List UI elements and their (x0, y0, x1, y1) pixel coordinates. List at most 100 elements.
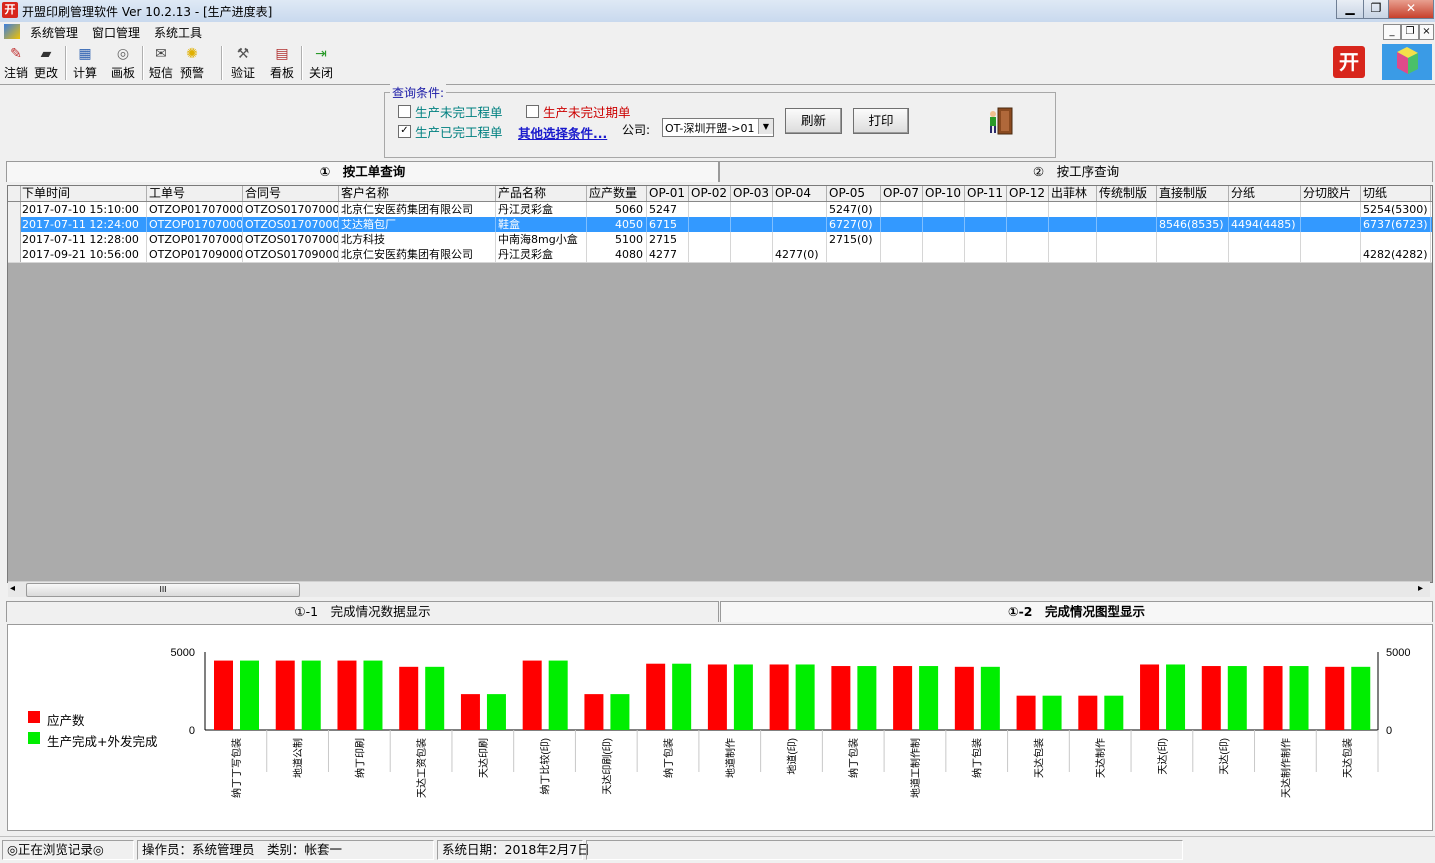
column-header[interactable]: 合同号 (243, 186, 339, 201)
table-cell[interactable] (881, 247, 923, 262)
finished-orders-checkbox[interactable]: ✓ (398, 125, 411, 138)
column-header[interactable]: 下单时间 (20, 186, 147, 201)
table-cell[interactable] (923, 232, 965, 247)
table-cell[interactable]: OTZOP017070002 (147, 217, 243, 232)
table-cell[interactable] (1301, 202, 1361, 217)
table-cell[interactable] (965, 217, 1007, 232)
table-cell[interactable] (689, 232, 731, 247)
table-cell[interactable]: 北方科技 (339, 232, 496, 247)
table-row[interactable]: 2017-07-11 12:24:00 OTZOP017070002 OTZOS01… (8, 217, 1432, 233)
board-button[interactable]: ▤ 看板 (266, 45, 298, 83)
table-cell[interactable] (1229, 232, 1301, 247)
table-cell[interactable] (731, 217, 773, 232)
table-cell[interactable]: 2017-07-11 12:28:00 (20, 232, 147, 247)
column-header[interactable]: OP-07 (881, 186, 923, 201)
column-header[interactable]: 出菲林 (1049, 186, 1097, 201)
table-cell[interactable] (1229, 247, 1301, 262)
mdi-child-icon[interactable] (4, 24, 20, 39)
table-cell[interactable]: OTZOP017070003 (147, 232, 243, 247)
table-cell[interactable] (689, 247, 731, 262)
table-cell[interactable] (1157, 247, 1229, 262)
table-cell[interactable] (1097, 217, 1157, 232)
table-cell[interactable]: 6727(0) (827, 217, 881, 232)
overdue-orders-checkbox[interactable] (526, 105, 539, 118)
refresh-button[interactable]: 刷新 (785, 108, 842, 134)
table-cell[interactable]: OTZOS017090001 (243, 247, 339, 262)
calculate-button[interactable]: ▦ 计算 (69, 45, 101, 83)
table-cell[interactable] (689, 217, 731, 232)
table-cell[interactable] (773, 202, 827, 217)
sms-button[interactable]: ✉ 短信 (145, 45, 177, 83)
table-cell[interactable]: 6715 (647, 217, 689, 232)
table-cell[interactable] (1229, 202, 1301, 217)
table-cell[interactable]: 2017-07-10 15:10:00 (20, 202, 147, 217)
table-cell[interactable]: 北京仁安医药集团有限公司 (339, 202, 496, 217)
menu-window[interactable]: 窗口管理 (92, 24, 140, 41)
table-cell[interactable] (731, 202, 773, 217)
table-cell[interactable]: 5254(5300) (1361, 202, 1431, 217)
restore-button[interactable]: ❐ (1363, 0, 1389, 19)
table-cell[interactable] (689, 202, 731, 217)
verify-button[interactable]: ⚒ 验证 (227, 45, 259, 83)
mdi-minimize-button[interactable]: _ (1383, 24, 1401, 40)
table-row[interactable]: 2017-07-11 12:28:00 OTZOP017070003 OTZOS01… (8, 232, 1432, 248)
table-cell[interactable]: OTZOP017090001 (147, 247, 243, 262)
column-header[interactable]: OP-03 (731, 186, 773, 201)
table-cell[interactable]: 2017-07-11 12:24:00 (20, 217, 147, 232)
table-cell[interactable] (1007, 247, 1049, 262)
table-cell[interactable]: 丹江灵彩盒 (496, 247, 587, 262)
table-cell[interactable] (1097, 202, 1157, 217)
column-header[interactable]: OP-02 (689, 186, 731, 201)
column-header[interactable]: 分切胶片 (1301, 186, 1361, 201)
table-cell[interactable]: 2715 (647, 232, 689, 247)
table-cell[interactable] (773, 232, 827, 247)
table-cell[interactable] (1007, 232, 1049, 247)
chevron-down-icon[interactable]: ▼ (758, 119, 773, 134)
table-cell[interactable] (773, 217, 827, 232)
palette-button[interactable]: ◎ 画板 (107, 45, 139, 83)
table-cell[interactable]: 鞋盒 (496, 217, 587, 232)
horizontal-scrollbar[interactable]: ◂ III ▸ (8, 581, 1430, 597)
table-cell[interactable]: 2017-09-21 10:56:00 (20, 247, 147, 262)
table-cell[interactable]: OTZOS017070001 (243, 202, 339, 217)
table-cell[interactable] (1049, 202, 1097, 217)
table-cell[interactable] (1007, 217, 1049, 232)
table-row[interactable]: 2017-07-10 15:10:00 OTZOP017070001 OTZOS01… (8, 202, 1432, 218)
table-cell[interactable]: 艾达箱包厂 (339, 217, 496, 232)
table-cell[interactable]: 4277 (647, 247, 689, 262)
table-cell[interactable] (731, 232, 773, 247)
column-header[interactable]: OP-12 (1007, 186, 1049, 201)
table-cell[interactable]: OTZOS017070002 (243, 217, 339, 232)
table-cell[interactable] (1301, 232, 1361, 247)
menu-system[interactable]: 系统管理 (30, 24, 78, 41)
column-header[interactable]: 传统制版 (1097, 186, 1157, 201)
table-cell[interactable] (1301, 247, 1361, 262)
table-cell[interactable]: 4080 (587, 247, 647, 262)
table-cell[interactable]: 5100 (587, 232, 647, 247)
column-header[interactable]: OP-10 (923, 186, 965, 201)
table-cell[interactable] (731, 247, 773, 262)
table-cell[interactable] (923, 217, 965, 232)
table-cell[interactable]: 4282(4282) (1361, 247, 1431, 262)
edit-button[interactable]: ▰ 更改 (30, 45, 62, 83)
logout-button[interactable]: ✎ 注销 (0, 45, 32, 83)
column-header[interactable]: OP-04 (773, 186, 827, 201)
table-cell[interactable]: 4050 (587, 217, 647, 232)
scroll-thumb[interactable]: III (26, 583, 300, 597)
tab-by-order[interactable]: ① 按工单查询 (6, 161, 719, 182)
table-cell[interactable]: 中南海8mg小盒 (496, 232, 587, 247)
company-select[interactable]: OT-深圳开盟->01 ▼ (662, 118, 774, 137)
tab-data-display[interactable]: ①-1 完成情况数据显示 (6, 601, 719, 622)
table-cell[interactable]: OTZOP017070001 (147, 202, 243, 217)
table-cell[interactable] (1007, 202, 1049, 217)
table-row[interactable]: 2017-09-21 10:56:00 OTZOP017090001 OTZOS01… (8, 247, 1432, 263)
column-header[interactable]: OP-11 (965, 186, 1007, 201)
scroll-left-icon[interactable]: ◂ (10, 583, 15, 594)
table-cell[interactable]: 6737(6723) (1361, 217, 1431, 232)
table-cell[interactable]: 5247(0) (827, 202, 881, 217)
column-header[interactable]: 分纸 (1229, 186, 1301, 201)
table-cell[interactable]: 4494(4485) (1229, 217, 1301, 232)
table-cell[interactable]: 5060 (587, 202, 647, 217)
table-cell[interactable] (827, 247, 881, 262)
menu-tools[interactable]: 系统工具 (154, 24, 202, 41)
